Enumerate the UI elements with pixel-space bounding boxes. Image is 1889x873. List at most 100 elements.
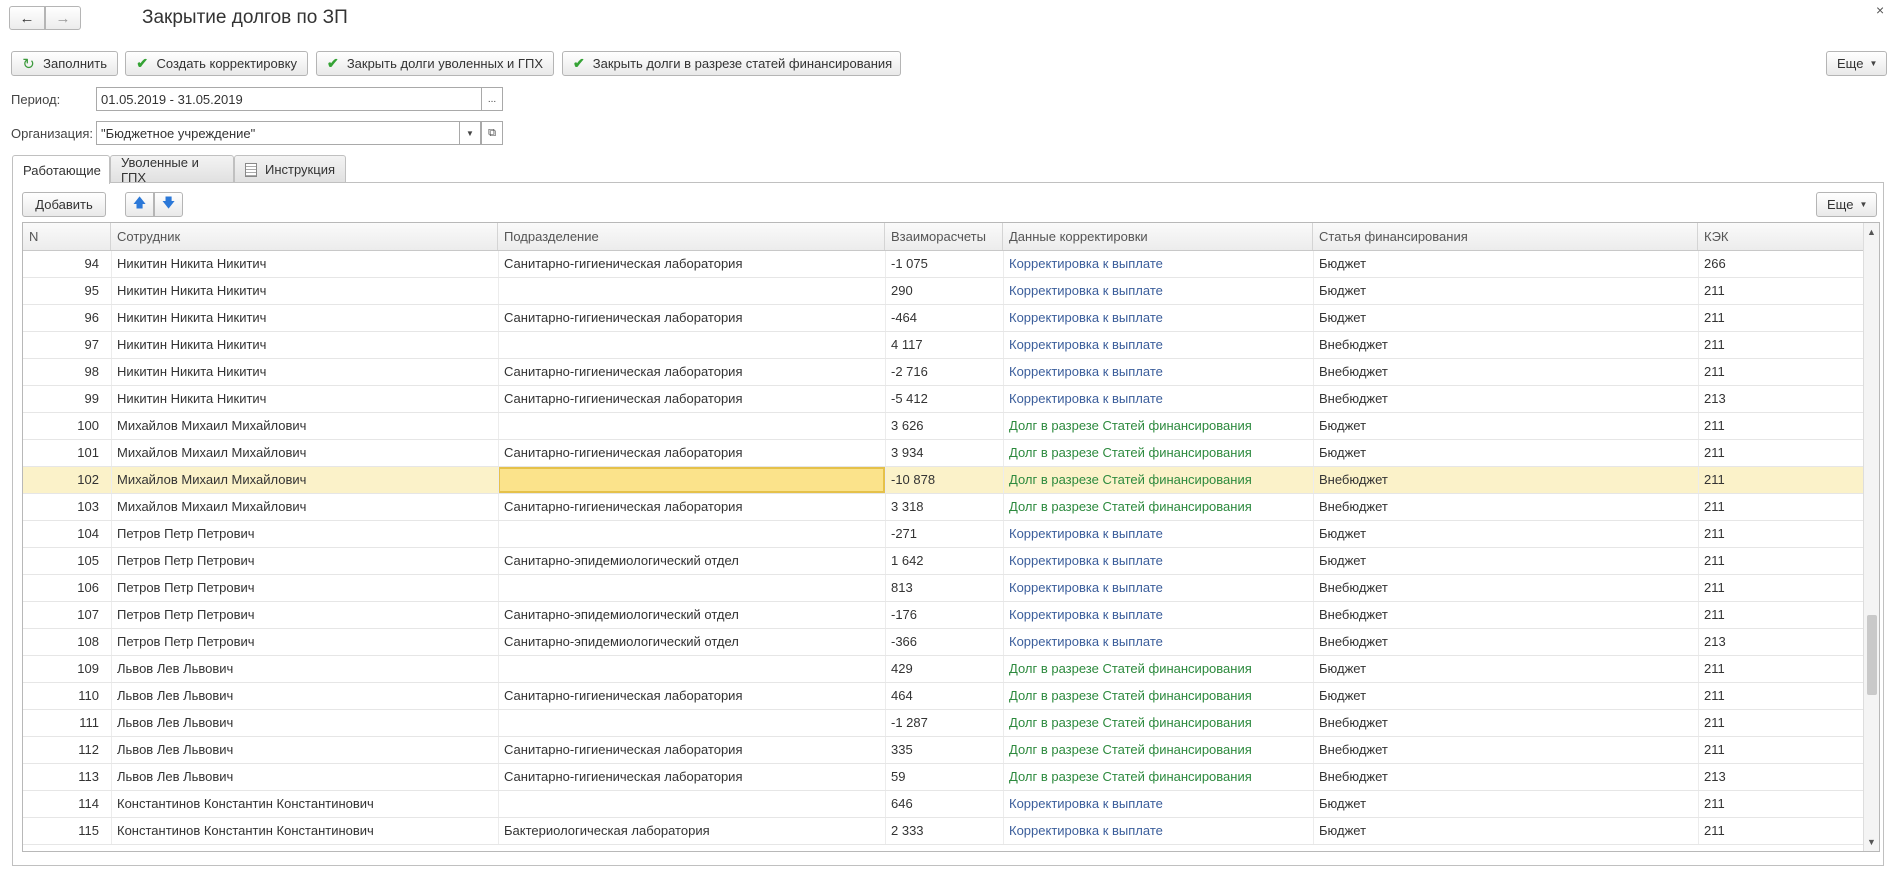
cell-settlements: 2 333 [891, 823, 924, 838]
close-debts-by-items-button[interactable]: ✔ Закрыть долги в разрезе статей финанси… [562, 51, 901, 76]
table-row[interactable]: 94 Никитин Никита Никитич Санитарно-гигиен… [23, 251, 1863, 278]
column-separator [1698, 413, 1699, 439]
table-row[interactable]: 95 Никитин Никита Никитич 290 Корректировка… [23, 278, 1863, 305]
table-row[interactable]: 112 Львов Лев Львович Санитарно-гигиеничес… [23, 737, 1863, 764]
table-row[interactable]: 111 Львов Лев Львович -1 287 Долг в разрезе… [23, 710, 1863, 737]
table-row[interactable]: 115 Константинов Константин Константинови… [23, 818, 1863, 845]
header-settlements[interactable]: Взаиморасчеты [885, 223, 1003, 250]
cell-funding-item: Бюджет [1319, 796, 1367, 811]
back-button[interactable]: ← [9, 6, 45, 30]
column-separator [885, 305, 886, 331]
create-correction-label: Создать корректировку [156, 56, 297, 71]
period-field[interactable]: 01.05.2019 - 31.05.2019 [96, 87, 482, 111]
cell-kek: 211 [1704, 445, 1725, 460]
table-row[interactable]: 109 Львов Лев Львович 429 Долг в разрезе Ст… [23, 656, 1863, 683]
period-select-button[interactable]: ... [481, 87, 503, 111]
cell-correction-data[interactable]: Корректировка к выплате [1003, 791, 1313, 817]
header-correction-data[interactable]: Данные корректировки [1003, 223, 1313, 250]
scrollbar-thumb[interactable] [1867, 615, 1877, 695]
cell-correction-data[interactable]: Долг в разрезе Статей финансирования [1003, 710, 1313, 736]
close-icon[interactable]: × [1876, 2, 1884, 18]
cell-department: Санитарно-эпидемиологический отдел [504, 607, 739, 622]
table-row[interactable]: 110 Львов Лев Львович Санитарно-гигиеничес… [23, 683, 1863, 710]
header-department[interactable]: Подразделение [498, 223, 885, 250]
tab-working[interactable]: Работающие [12, 155, 110, 184]
table-row[interactable]: 99 Никитин Никита Никитич Санитарно-гигиен… [23, 386, 1863, 413]
move-down-button[interactable]: 🡇 [154, 192, 183, 217]
cell-n: 107 [77, 607, 99, 622]
more-button[interactable]: Еще ▼ [1826, 51, 1887, 76]
cell-correction-data[interactable]: Корректировка к выплате [1003, 575, 1313, 601]
table-row[interactable]: 105 Петров Петр Петрович Санитарно-эпидеми… [23, 548, 1863, 575]
column-separator [885, 386, 886, 412]
header-funding-item[interactable]: Статья финансирования [1313, 223, 1698, 250]
cell-correction-data[interactable]: Корректировка к выплате [1003, 602, 1313, 628]
cell-correction-data[interactable]: Корректировка к выплате [1003, 359, 1313, 385]
cell-correction-data[interactable]: Долг в разрезе Статей финансирования [1003, 494, 1313, 520]
table-row[interactable]: 101 Михайлов Михаил Михайлович Санитарно-г… [23, 440, 1863, 467]
close-fired-debts-button[interactable]: ✔ Закрыть долги уволенных и ГПХ [316, 51, 554, 76]
cell-correction-data[interactable]: Корректировка к выплате [1003, 548, 1313, 574]
move-up-button[interactable]: 🡅 [125, 192, 154, 217]
table-row[interactable]: 103 Михайлов Михаил Михайлович Санитарно-г… [23, 494, 1863, 521]
table-row[interactable]: 108 Петров Петр Петрович Санитарно-эпидеми… [23, 629, 1863, 656]
cell-correction-data[interactable]: Корректировка к выплате [1003, 818, 1313, 844]
organization-dropdown-button[interactable]: ▼ [459, 121, 481, 145]
fill-button[interactable]: ↻ Заполнить [11, 51, 118, 76]
cell-n: 115 [78, 823, 99, 838]
column-separator [111, 683, 112, 709]
cell-correction-data[interactable]: Долг в разрезе Статей финансирования [1003, 467, 1313, 493]
grid-more-button[interactable]: Еще ▼ [1816, 192, 1877, 217]
column-separator [111, 251, 112, 277]
table-row[interactable]: 96 Никитин Никита Никитич Санитарно-гигиен… [23, 305, 1863, 332]
header-kek[interactable]: КЭК [1698, 223, 1863, 250]
cell-correction-data[interactable]: Корректировка к выплате [1003, 278, 1313, 304]
tab-instruction[interactable]: Инструкция [234, 155, 346, 183]
create-correction-button[interactable]: ✔ Создать корректировку [125, 51, 308, 76]
cell-correction-data[interactable]: Долг в разрезе Статей финансирования [1003, 413, 1313, 439]
cell-correction-data[interactable]: Долг в разрезе Статей финансирования [1003, 656, 1313, 682]
add-button[interactable]: Добавить [22, 192, 106, 217]
cell-correction-data[interactable]: Долг в разрезе Статей финансирования [1003, 764, 1313, 790]
cell-correction-data[interactable]: Корректировка к выплате [1003, 629, 1313, 655]
cell-correction-data[interactable]: Корректировка к выплате [1003, 332, 1313, 358]
cell-employee: Петров Петр Петрович [117, 634, 255, 649]
column-separator [885, 602, 886, 628]
scroll-down-icon[interactable]: ▼ [1867, 837, 1876, 847]
column-separator [1698, 629, 1699, 655]
table-row[interactable]: 102 Михайлов Михаил Михайлович -10 878 Долг… [23, 467, 1863, 494]
header-employee[interactable]: Сотрудник [111, 223, 498, 250]
cell-settlements: 3 934 [891, 445, 924, 460]
table-row[interactable]: 106 Петров Петр Петрович 813 Корректировка … [23, 575, 1863, 602]
column-separator [1313, 548, 1314, 574]
cell-correction-data[interactable]: Корректировка к выплате [1003, 305, 1313, 331]
cell-settlements: -5 412 [891, 391, 928, 406]
table-row[interactable]: 97 Никитин Никита Никитич 4 117 Корректиров… [23, 332, 1863, 359]
tab-fired-gph[interactable]: Уволенные и ГПХ [110, 155, 234, 185]
cell-correction-data[interactable]: Корректировка к выплате [1003, 251, 1313, 277]
cell-correction-data[interactable]: Корректировка к выплате [1003, 386, 1313, 412]
table-row[interactable]: 100 Михайлов Михаил Михайлович 3 626 Долг в… [23, 413, 1863, 440]
cell-correction-data[interactable]: Долг в разрезе Статей финансирования [1003, 737, 1313, 763]
column-separator [1698, 332, 1699, 358]
forward-button[interactable]: → [45, 6, 81, 30]
cell-settlements: -1 075 [891, 256, 928, 271]
column-separator [1698, 818, 1699, 844]
organization-field[interactable]: "Бюджетное учреждение" [96, 121, 460, 145]
cell-department: Санитарно-эпидемиологический отдел [504, 634, 739, 649]
cell-correction-data[interactable]: Долг в разрезе Статей финансирования [1003, 440, 1313, 466]
cell-settlements: 464 [891, 688, 913, 703]
vertical-scrollbar[interactable]: ▲ ▼ [1863, 223, 1879, 851]
scroll-up-icon[interactable]: ▲ [1867, 227, 1876, 237]
cell-correction-data[interactable]: Долг в разрезе Статей финансирования [1003, 683, 1313, 709]
header-n[interactable]: N [23, 223, 111, 250]
organization-open-button[interactable]: ⧉ [481, 121, 503, 145]
table-row[interactable]: 107 Петров Петр Петрович Санитарно-эпидеми… [23, 602, 1863, 629]
cell-settlements: 290 [891, 283, 913, 298]
table-row[interactable]: 113 Львов Лев Львович Санитарно-гигиеничес… [23, 764, 1863, 791]
table-row[interactable]: 104 Петров Петр Петрович -271 Корректировка… [23, 521, 1863, 548]
cell-kek: 211 [1704, 310, 1725, 325]
cell-correction-data[interactable]: Корректировка к выплате [1003, 521, 1313, 547]
table-row[interactable]: 98 Никитин Никита Никитич Санитарно-гигиен… [23, 359, 1863, 386]
table-row[interactable]: 114 Константинов Константин Константинови… [23, 791, 1863, 818]
